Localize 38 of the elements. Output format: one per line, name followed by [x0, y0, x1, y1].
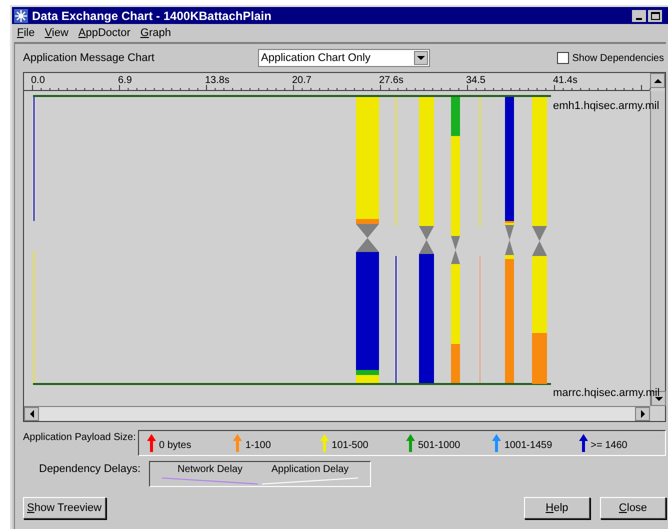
app-icon	[14, 8, 28, 22]
host-label: marrc.hqisec.army.mil	[553, 386, 660, 401]
maximize-button[interactable]	[648, 10, 662, 22]
dependencies-checkbox[interactable]	[557, 52, 570, 64]
menu-item[interactable]: View	[44, 24, 68, 42]
dialog-button[interactable]: Help	[524, 497, 590, 519]
scroll-right-button[interactable]	[635, 407, 650, 421]
time-tick-label: 20.7	[292, 74, 312, 88]
time-tick-label: 27.6s	[379, 74, 404, 88]
legend-item-label: 501-1000	[418, 438, 460, 452]
legend-item-label: Application Delay	[271, 463, 349, 477]
time-tick-label: 41.4s	[553, 74, 578, 88]
time-tick-label: 0.0	[31, 74, 45, 88]
menu-item[interactable]: AppDoctor	[78, 24, 130, 42]
legend-item-label: 1-100	[245, 438, 271, 452]
minimize-button[interactable]	[632, 10, 646, 22]
legend-item-label: 0 bytes	[159, 438, 192, 452]
legend-item-label: >= 1460	[590, 438, 628, 452]
window-title: Data Exchange Chart - 1400KBattachPlain	[32, 8, 272, 24]
checkbox-label: Show Dependencies	[572, 52, 664, 66]
time-tick-label: 13.8s	[205, 74, 230, 88]
menu-item[interactable]: Graph	[140, 24, 171, 42]
scroll-left-button[interactable]	[24, 407, 39, 421]
dialog-button[interactable]: Close	[600, 497, 666, 519]
legend-item-label: 101-500	[332, 438, 368, 452]
scroll-up-button[interactable]	[650, 73, 665, 88]
legend-item-label: 1001-1459	[504, 438, 552, 452]
view-dropdown[interactable]: Application Chart Only	[258, 49, 430, 67]
chart-label: Application Message Chart	[23, 50, 156, 66]
time-tick-label: 6.9	[118, 74, 132, 88]
menu-item[interactable]: File	[17, 24, 35, 42]
legend-label: Application Payload Size:	[23, 431, 137, 445]
legend-label: Dependency Delays:	[38, 462, 142, 477]
host-label: emh1.hqisec.army.mil	[553, 99, 660, 114]
horizontal-scrollbar[interactable]	[24, 406, 650, 421]
legend-item-label: Network Delay	[177, 463, 243, 477]
time-tick-label: 34.5	[466, 74, 486, 88]
show-treeview-button[interactable]: Show Treeview	[23, 497, 106, 519]
